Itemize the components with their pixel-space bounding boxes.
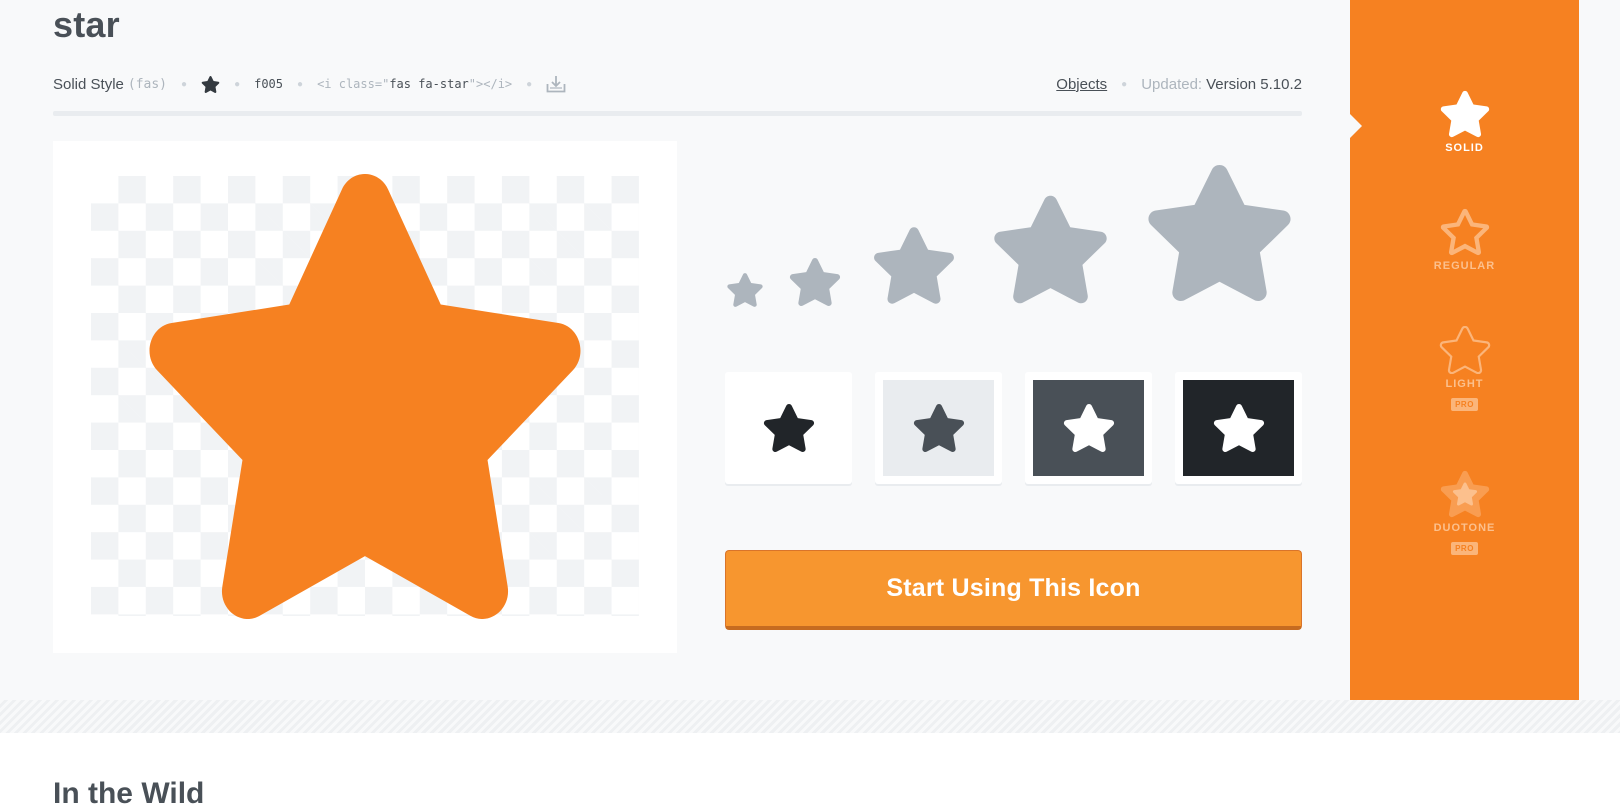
icon-preview (53, 141, 677, 653)
section-divider (0, 700, 1620, 733)
star-icon (1440, 90, 1489, 138)
pro-badge: PRO (1451, 542, 1478, 555)
pro-badge: PRO (1451, 398, 1478, 411)
code-class: fas fa-star (389, 77, 469, 91)
star-icon (763, 403, 814, 453)
star-icon (1063, 403, 1114, 453)
in-the-wild-section: In the Wild (0, 733, 1620, 807)
html-snippet[interactable]: <i class="fas fa-star"></i> (317, 77, 512, 91)
version-value: Version 5.10.2 (1206, 75, 1302, 93)
swatch-light[interactable] (875, 372, 1002, 484)
star-icon-lg (994, 195, 1107, 304)
updated-label: Updated: (1141, 75, 1203, 93)
style-label: REGULAR (1433, 260, 1496, 272)
separator: ● (526, 78, 533, 90)
star-outline-icon (1440, 208, 1489, 256)
unicode-value[interactable]: f005 (254, 77, 283, 91)
swatch-gray[interactable] (1025, 372, 1152, 484)
star-light-icon (1439, 326, 1490, 374)
style-label: LIGHT (1445, 378, 1484, 390)
swatch-white[interactable] (725, 372, 852, 484)
icon-meta-bar: Solid Style (fas) ● ● f005 ● <i class="f… (53, 72, 1302, 96)
divider (53, 111, 1302, 116)
style-prefix: (fas) (127, 76, 168, 92)
swatch-inner (1183, 380, 1294, 476)
swatch-inner (1033, 380, 1144, 476)
style-option-light[interactable]: LIGHT PRO (1350, 326, 1579, 411)
start-using-button[interactable]: Start Using This Icon (725, 550, 1302, 630)
style-option-regular[interactable]: REGULAR (1350, 208, 1579, 272)
size-previews (720, 155, 1300, 310)
star-icon-xs (727, 273, 763, 307)
swatch-inner (883, 380, 994, 476)
style-option-solid[interactable]: SOLID (1350, 90, 1579, 154)
separator: ● (297, 78, 304, 90)
star-icon (1213, 403, 1264, 453)
style-label: Solid Style (53, 75, 124, 93)
style-label: DUOTONE (1433, 522, 1496, 534)
large-star-icon (149, 174, 581, 619)
style-option-duotone[interactable]: DUOTONE PRO (1350, 470, 1579, 555)
separator: ● (181, 78, 188, 90)
background-swatches (725, 372, 1302, 484)
star-icon-md (874, 227, 954, 304)
page-title: star (53, 4, 120, 45)
code-open: <i class=" (317, 77, 390, 91)
style-sidebar: SOLID REGULAR LIGHT PRO DUOTONE PRO (1350, 0, 1579, 700)
category-link[interactable]: Objects (1056, 76, 1107, 93)
star-icon-sm (789, 257, 841, 307)
swatch-dark[interactable] (1175, 372, 1302, 484)
star-duotone-icon (1440, 470, 1489, 518)
code-close: "></i> (468, 77, 513, 91)
separator: ● (1121, 78, 1128, 90)
download-icon[interactable] (546, 75, 566, 93)
active-indicator (1350, 114, 1362, 138)
star-icon (201, 75, 220, 93)
star-icon (913, 403, 964, 453)
star-icon-xl (1148, 164, 1291, 302)
section-title: In the Wild (53, 777, 205, 807)
separator: ● (234, 78, 241, 90)
swatch-inner (733, 380, 844, 476)
style-label: SOLID (1445, 142, 1484, 154)
